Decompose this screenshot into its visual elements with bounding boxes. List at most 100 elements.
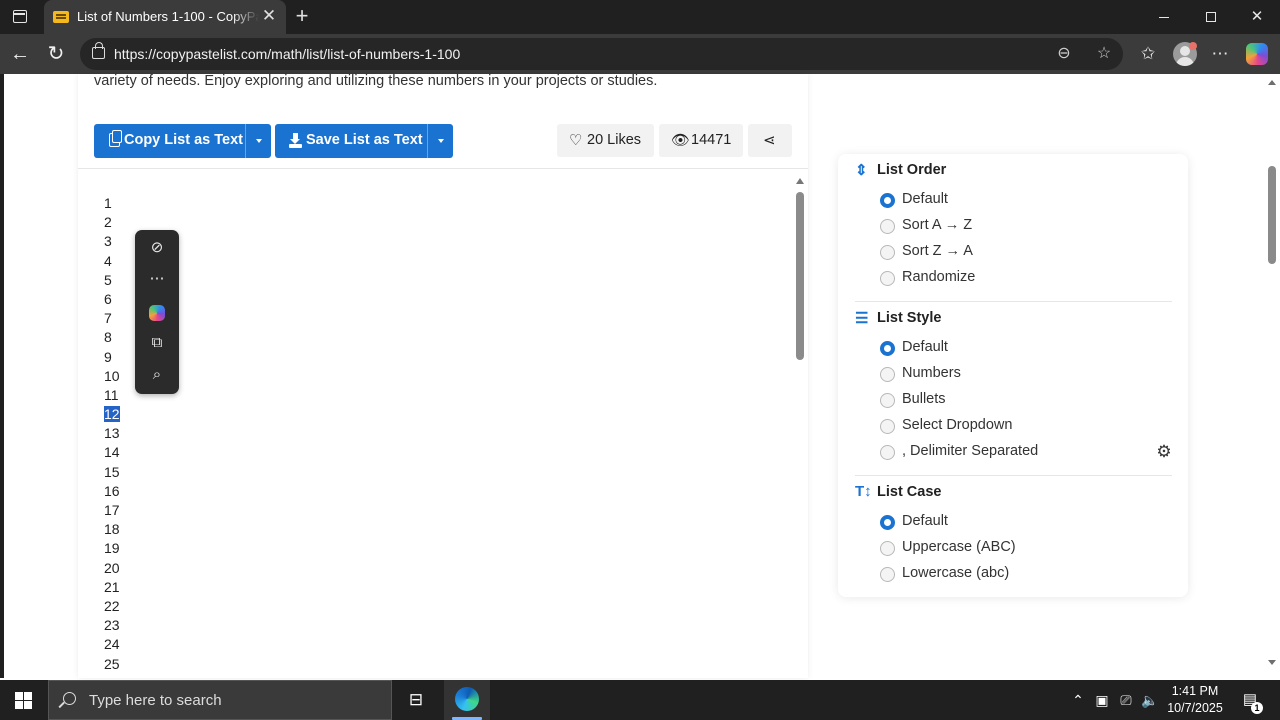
more-options-icon[interactable]: ⋯: [143, 266, 171, 292]
radio-button[interactable]: [880, 193, 895, 208]
copy-options-dropdown-icon[interactable]: [245, 124, 271, 158]
content-divider: [78, 168, 808, 169]
minimize-button[interactable]: [1141, 0, 1187, 34]
list-scroll-up-icon[interactable]: [796, 178, 804, 184]
system-clock[interactable]: 1:41 PM 10/7/2025: [1160, 683, 1230, 717]
list-item[interactable]: 9: [104, 348, 120, 367]
copilot-small-icon[interactable]: [149, 305, 165, 321]
radio-button[interactable]: [880, 419, 895, 434]
copy-list-label: Copy List as Text: [124, 132, 243, 148]
list-item[interactable]: 3: [104, 232, 120, 251]
list-item[interactable]: 5: [104, 271, 120, 290]
page-scroll-down-icon[interactable]: [1268, 660, 1276, 665]
list-item[interactable]: 16: [104, 482, 120, 501]
radio-button[interactable]: [880, 393, 895, 408]
radio-button[interactable]: [880, 515, 895, 530]
list-item-number: 6: [104, 290, 112, 307]
close-window-button[interactable]: ✕: [1234, 0, 1280, 34]
search-selection-icon[interactable]: ⌕: [143, 362, 171, 388]
lock-icon[interactable]: [92, 42, 105, 59]
share-icon: ⋖: [763, 132, 776, 149]
settings-more-icon[interactable]: ⋯: [1206, 40, 1234, 68]
clock-time: 1:41 PM: [1171, 684, 1219, 698]
list-order-heading: List Order: [877, 162, 947, 178]
list-item[interactable]: 17: [104, 501, 120, 520]
radio-button[interactable]: [880, 341, 895, 356]
list-item-number: 8: [104, 329, 112, 346]
list-item-number: 20: [104, 559, 120, 576]
taskbar-search-box[interactable]: Type here to search: [48, 680, 392, 720]
refresh-icon[interactable]: ↻: [42, 40, 70, 68]
list-item[interactable]: 2: [104, 213, 120, 232]
save-list-button[interactable]: Save List as Text: [275, 124, 453, 158]
radio-button[interactable]: [880, 367, 895, 382]
list-item[interactable]: 18: [104, 520, 120, 539]
delimiter-settings-gear-icon[interactable]: ⚙: [1155, 443, 1173, 461]
active-tab[interactable]: List of Numbers 1-100 - CopyPastelist ✕: [44, 0, 286, 34]
copilot-icon[interactable]: [1246, 43, 1268, 65]
network-status-icon[interactable]: ▣: [1092, 690, 1112, 710]
list-item[interactable]: 19: [104, 539, 120, 558]
likes-button[interactable]: ♡ 20 Likes: [557, 124, 654, 157]
list-item[interactable]: 15: [104, 463, 120, 482]
list-item[interactable]: 23: [104, 616, 120, 635]
list-scrollbar[interactable]: [792, 176, 808, 678]
list-item[interactable]: 14: [104, 443, 120, 462]
list-item[interactable]: 8: [104, 328, 120, 347]
radio-button[interactable]: [880, 445, 895, 460]
maximize-button[interactable]: [1188, 0, 1234, 34]
heart-icon: ♡: [569, 132, 583, 149]
list-style-heading: List Style: [877, 310, 942, 326]
list-item-number: 12: [104, 406, 120, 423]
tab-title: List of Numbers 1-100 - CopyPastelist: [77, 9, 259, 24]
list-item[interactable]: 13: [104, 424, 120, 443]
favorite-star-icon[interactable]: ☆: [1093, 43, 1115, 65]
notification-count-badge: 1: [1251, 702, 1263, 714]
list-item[interactable]: 11: [104, 386, 120, 405]
list-scroll-thumb[interactable]: [796, 192, 804, 360]
number-list[interactable]: 1 2 3 4 5 6 7 8 9 10 11 12 13 14 15 16 17 18 19 20 21 22 23 24 2…: [104, 194, 120, 674]
copy-list-button[interactable]: Copy List as Text: [94, 124, 271, 158]
copy-selection-icon[interactable]: ⧉: [143, 330, 171, 356]
back-arrow-icon[interactable]: ←: [6, 40, 34, 68]
list-item[interactable]: 25: [104, 655, 120, 674]
list-item-number: 10: [104, 367, 120, 384]
tab-close-icon[interactable]: ✕: [260, 7, 278, 25]
radio-button[interactable]: [880, 219, 895, 234]
list-item-number: 14: [104, 444, 120, 461]
page-scrollbar[interactable]: [1264, 74, 1280, 678]
list-item[interactable]: 6: [104, 290, 120, 309]
list-item[interactable]: 1: [104, 194, 120, 213]
page-scroll-thumb[interactable]: [1268, 166, 1276, 264]
radio-button[interactable]: [880, 567, 895, 582]
device-icon[interactable]: ⎚: [1116, 690, 1136, 710]
favorites-icon[interactable]: ✩: [1134, 40, 1162, 68]
radio-button[interactable]: [880, 271, 895, 286]
volume-muted-icon[interactable]: 🔈: [1140, 690, 1160, 710]
tab-actions-menu-icon[interactable]: [6, 6, 34, 28]
hide-toolbar-icon[interactable]: ⊘: [143, 235, 171, 261]
page-scroll-up-icon[interactable]: [1268, 80, 1276, 85]
task-view-icon[interactable]: ⊟: [400, 688, 432, 712]
list-item[interactable]: 7: [104, 309, 120, 328]
list-item[interactable]: 4: [104, 252, 120, 271]
url-text[interactable]: https://copypastelist.com/math/list/list…: [114, 46, 460, 62]
windows-start-icon[interactable]: [0, 680, 48, 720]
radio-button[interactable]: [880, 541, 895, 556]
radio-button[interactable]: [880, 245, 895, 260]
list-item[interactable]: 24: [104, 635, 120, 654]
list-item[interactable]: 22: [104, 597, 120, 616]
new-tab-button[interactable]: +: [290, 4, 314, 28]
list-item[interactable]: 21: [104, 578, 120, 597]
section-divider: [855, 475, 1172, 476]
list-item[interactable]: 12: [104, 405, 120, 424]
save-options-dropdown-icon[interactable]: [427, 124, 453, 158]
selection-mini-toolbar: ⊘ ⋯ ⧉ ⌕: [135, 230, 179, 394]
address-bar[interactable]: https://copypastelist.com/math/list/list…: [80, 38, 1123, 70]
list-item[interactable]: 20: [104, 559, 120, 578]
show-hidden-icons-chevron-icon[interactable]: ⌃: [1068, 690, 1088, 710]
edge-taskbar-icon[interactable]: [444, 680, 490, 720]
more-tools-circle-icon[interactable]: ⊖: [1053, 43, 1075, 65]
share-button[interactable]: ⋖: [748, 124, 792, 157]
list-item[interactable]: 10: [104, 367, 120, 386]
